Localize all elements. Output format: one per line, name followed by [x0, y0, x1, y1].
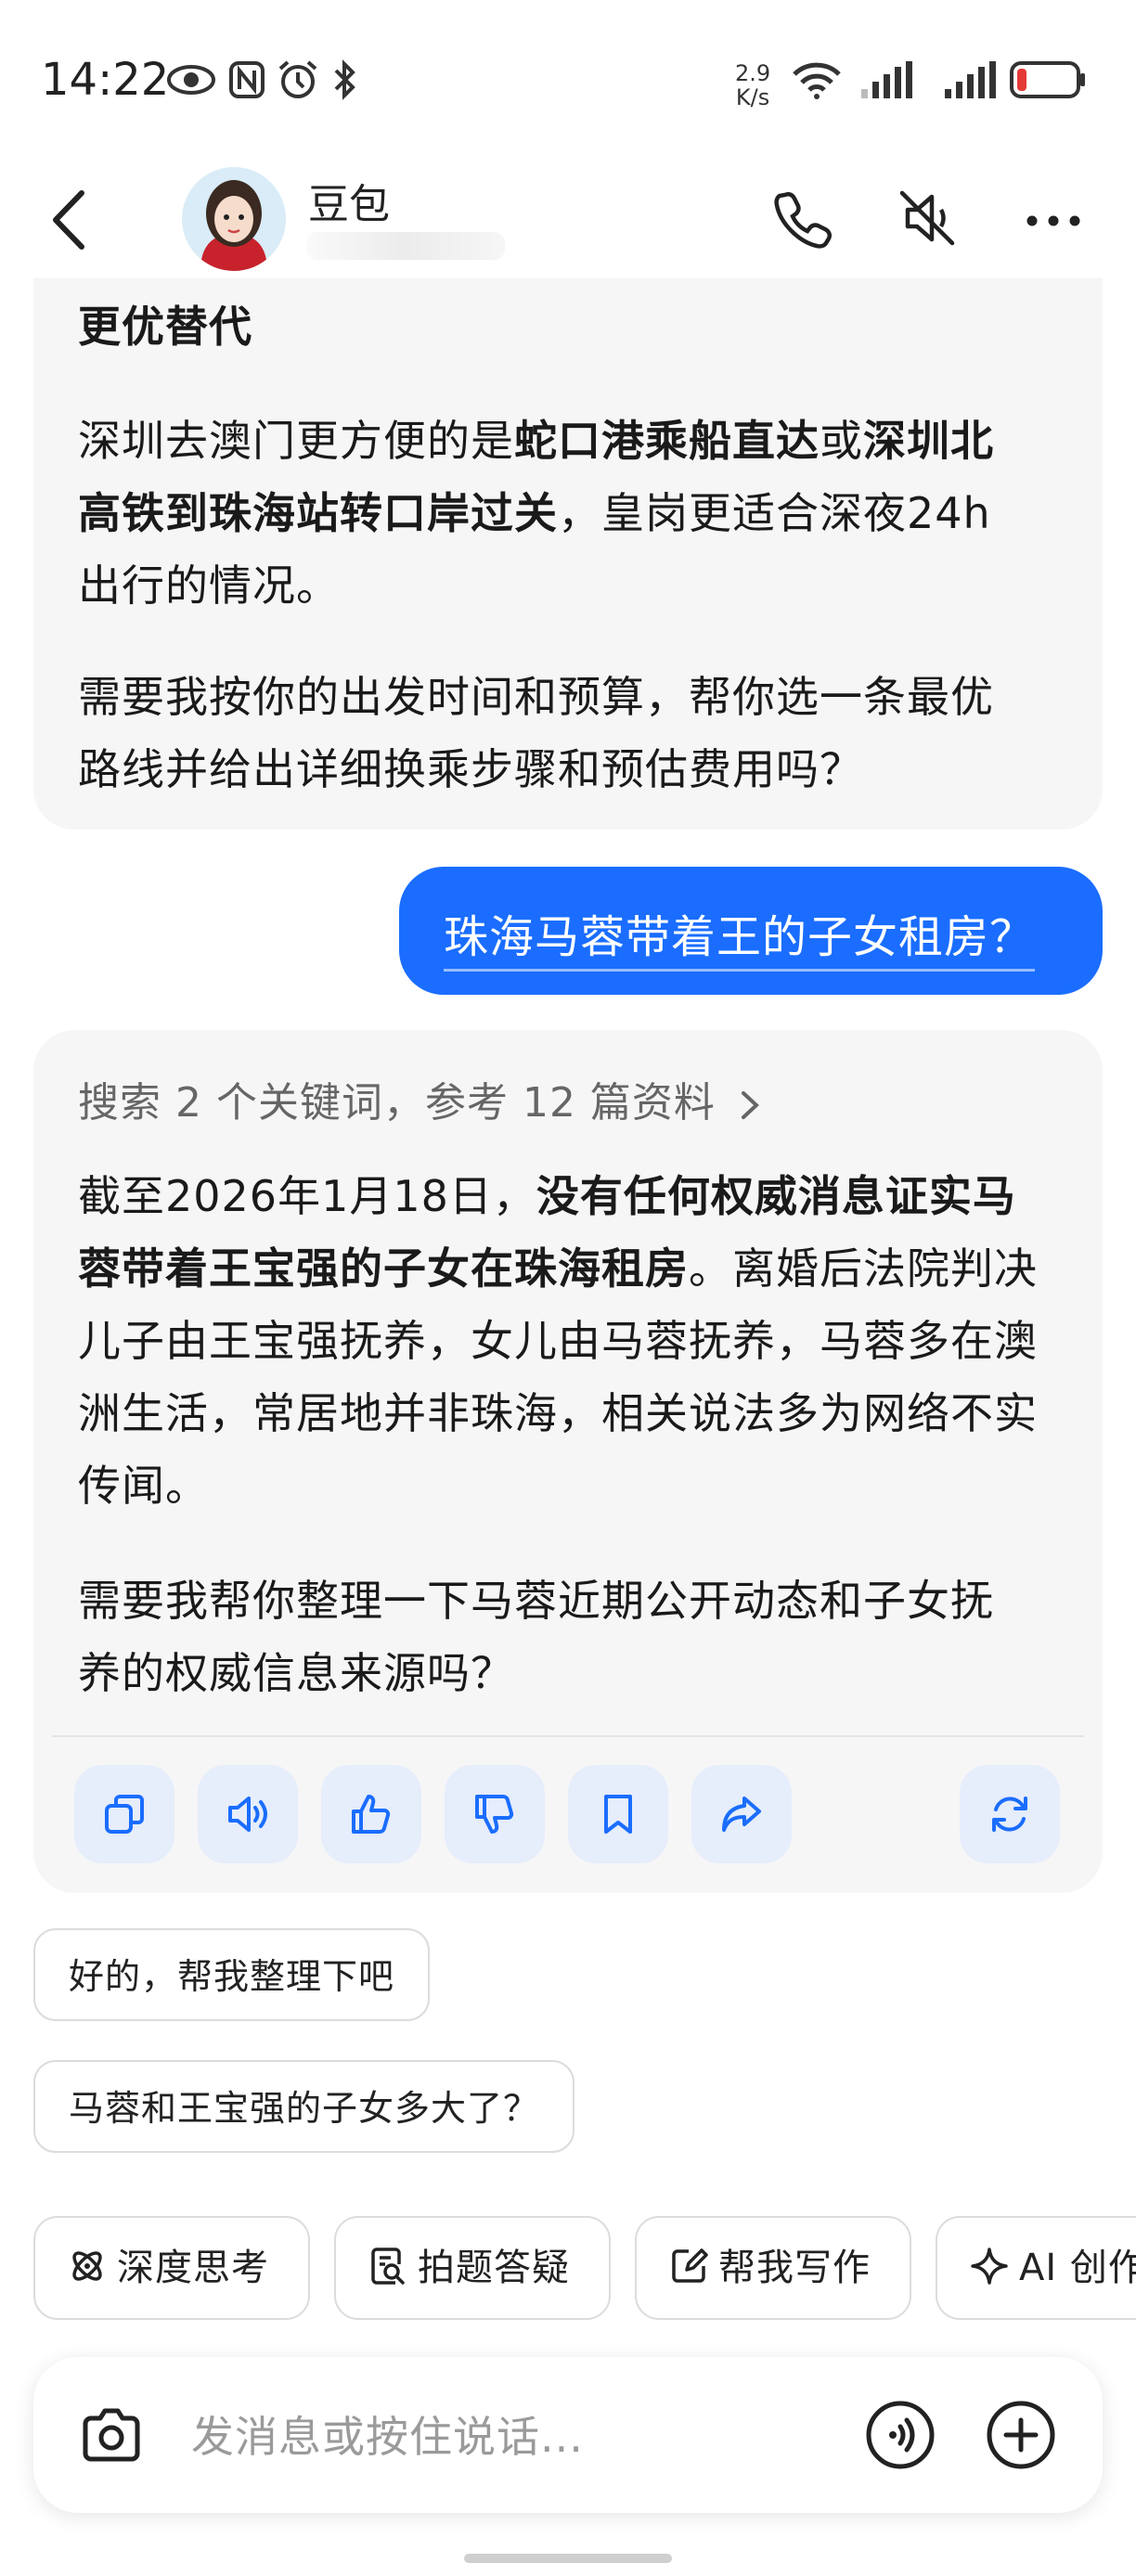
- copy-icon: [105, 1795, 144, 1834]
- bot-name: 豆包: [308, 181, 390, 228]
- search-summary-link[interactable]: 搜索 2 个关键词，参考 12 篇资料: [78, 1069, 764, 1128]
- camera-icon[interactable]: [78, 2402, 145, 2468]
- bookmark-button[interactable]: [568, 1765, 668, 1863]
- user-message-text: 珠海马蓉带着王的子女租房？: [444, 900, 1036, 972]
- signal-icon: [945, 61, 996, 98]
- read-aloud-button[interactable]: [198, 1765, 298, 1863]
- wifi-icon: [793, 62, 841, 99]
- message-input[interactable]: 发消息或按住说话...: [191, 2403, 584, 2465]
- eye-icon: [167, 65, 215, 95]
- gesture-bar: [464, 2554, 672, 2563]
- share-button[interactable]: [691, 1765, 792, 1863]
- share-icon: [722, 1797, 761, 1832]
- clock: 14:22: [41, 54, 170, 106]
- mute-icon[interactable]: [895, 186, 960, 251]
- voice-icon[interactable]: [863, 2398, 937, 2472]
- answer-paragraph: 需要我帮你整理一下马蓉近期公开动态和子女抚养的权威信息来源吗？: [78, 1576, 994, 1698]
- thumbs-down-icon: [475, 1795, 514, 1834]
- skill-writing[interactable]: 帮我写作: [635, 2216, 911, 2320]
- signal-icon: [861, 61, 912, 98]
- scan-question-icon: [371, 2248, 405, 2285]
- answer-paragraph: 深圳去澳门更方便的是蛇口港乘船直达或深圳北高铁到珠海站转口岸过关，皇岗更适合深夜…: [78, 416, 994, 611]
- atom-icon: [72, 2251, 102, 2281]
- alarm-icon: [278, 60, 317, 98]
- answer-paragraph: 截至2026年1月18日，没有任何权威消息证实马蓉带着王宝强的子女在珠海租房。离…: [78, 1171, 1038, 1511]
- skill-label: 深度思考: [117, 2247, 269, 2289]
- chevron-right-icon: [741, 1091, 759, 1119]
- phone-icon[interactable]: [768, 186, 833, 251]
- plus-icon[interactable]: [984, 2398, 1058, 2472]
- skill-label: 帮我写作: [718, 2247, 871, 2289]
- bookmark-icon: [604, 1795, 632, 1834]
- more-icon[interactable]: [1021, 186, 1086, 251]
- suggestion-chip[interactable]: 马蓉和王宝强的子女多大了？: [33, 2060, 575, 2153]
- regenerate-icon: [992, 1797, 1027, 1832]
- dislike-button[interactable]: [445, 1765, 545, 1863]
- skill-photo-question[interactable]: 拍题答疑: [334, 2216, 611, 2320]
- avatar[interactable]: [182, 167, 286, 271]
- copy-button[interactable]: [74, 1765, 174, 1863]
- regenerate-button[interactable]: [960, 1765, 1060, 1863]
- bot-subtitle-placeholder: [306, 232, 505, 260]
- divider: [52, 1735, 1084, 1737]
- answer-heading: 更优替代: [78, 302, 252, 352]
- skill-label: AI 创作: [1019, 2247, 1136, 2289]
- back-icon[interactable]: [46, 187, 93, 252]
- nfc-icon: [229, 61, 265, 98]
- suggestion-chip[interactable]: 好的，帮我整理下吧: [33, 1928, 431, 2021]
- like-button[interactable]: [321, 1765, 421, 1863]
- status-bar: 14:22 2.9 K/s: [0, 0, 1136, 148]
- battery-icon: [1010, 61, 1085, 98]
- skill-label: 拍题答疑: [418, 2247, 570, 2289]
- edit-icon: [672, 2248, 708, 2283]
- thumbs-up-icon: [352, 1795, 391, 1834]
- net-speed: 2.9 K/s: [735, 60, 771, 110]
- sparkle-icon: [971, 2248, 1008, 2285]
- skill-ai-create[interactable]: AI 创作: [936, 2216, 1136, 2320]
- answer-paragraph: 需要我按你的出发时间和预算，帮你选一条最优路线并给出详细换乘步骤和预估费用吗？: [78, 672, 994, 794]
- bluetooth-icon: [334, 59, 355, 100]
- skill-deep-think[interactable]: 深度思考: [33, 2216, 310, 2320]
- speaker-icon: [228, 1797, 267, 1832]
